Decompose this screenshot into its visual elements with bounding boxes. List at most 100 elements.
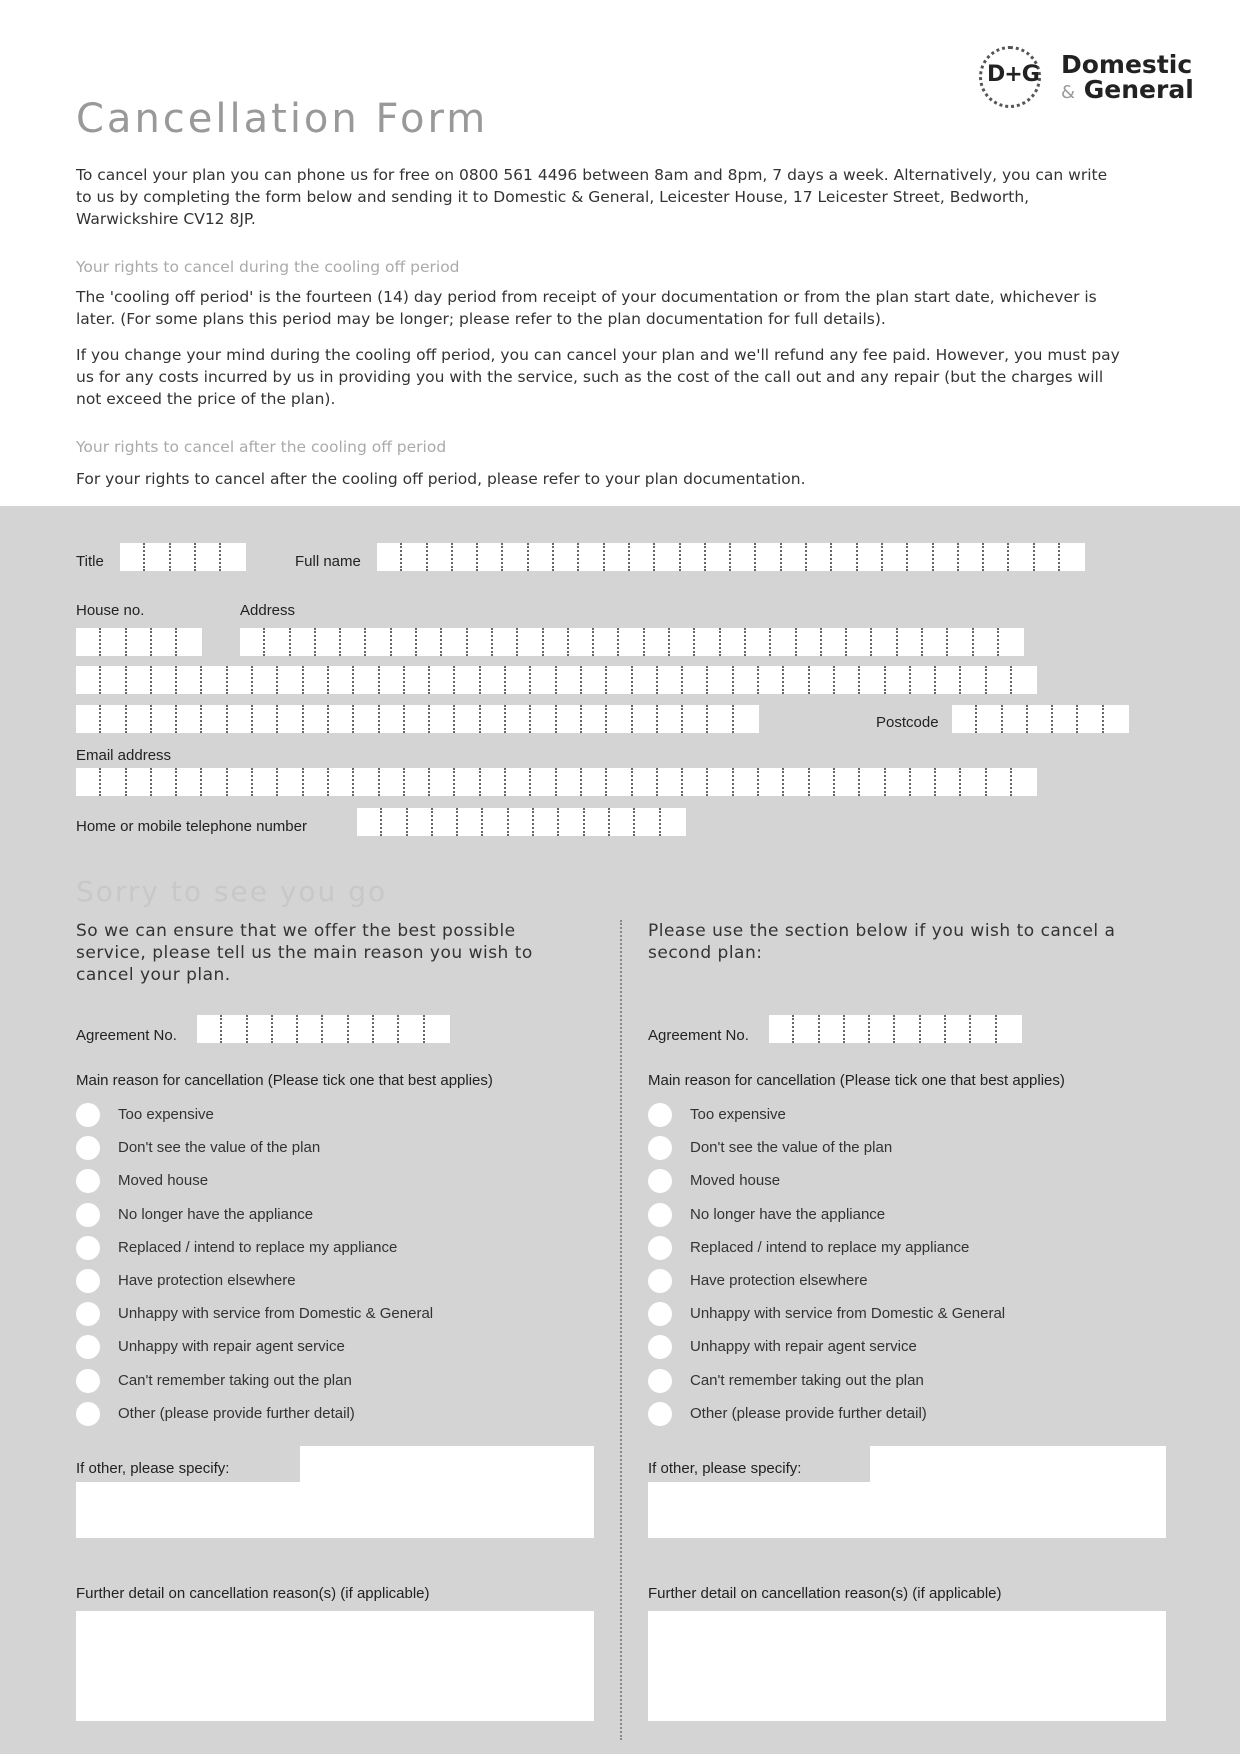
char-box[interactable] (973, 628, 999, 656)
char-box[interactable] (399, 1015, 425, 1043)
char-box[interactable] (708, 705, 734, 733)
char-box[interactable] (556, 666, 582, 694)
char-box[interactable] (1034, 543, 1061, 571)
further-detail-input-right[interactable] (648, 1611, 1166, 1721)
char-box[interactable] (478, 543, 504, 571)
char-box[interactable] (784, 768, 810, 796)
char-box[interactable] (177, 768, 203, 796)
char-box[interactable] (632, 666, 658, 694)
char-box[interactable] (844, 1015, 871, 1043)
char-box[interactable] (328, 705, 355, 733)
char-box[interactable] (923, 628, 949, 656)
char-box[interactable] (660, 808, 686, 836)
char-box[interactable] (781, 543, 808, 571)
char-box[interactable] (936, 768, 962, 796)
radio-button[interactable] (76, 1169, 100, 1194)
char-box[interactable] (303, 768, 329, 796)
char-box[interactable] (222, 1015, 248, 1043)
char-box[interactable] (323, 1015, 349, 1043)
char-box[interactable] (731, 543, 757, 571)
char-box[interactable] (328, 768, 355, 796)
char-box[interactable] (357, 808, 383, 836)
char-box[interactable] (794, 1015, 820, 1043)
char-box[interactable] (407, 808, 433, 836)
char-box[interactable] (458, 808, 484, 836)
char-box[interactable] (1011, 768, 1038, 796)
reason-option-right[interactable]: Moved house (648, 1169, 1168, 1202)
char-box[interactable] (377, 543, 403, 571)
char-box[interactable] (126, 705, 152, 733)
postcode-input[interactable] (952, 705, 1130, 733)
char-box[interactable] (492, 628, 519, 656)
char-box[interactable] (531, 666, 557, 694)
reason-option-left[interactable]: Unhappy with repair agent service (76, 1335, 596, 1368)
radio-button[interactable] (648, 1235, 672, 1260)
char-box[interactable] (202, 705, 228, 733)
char-box[interactable] (609, 808, 636, 836)
char-box[interactable] (1002, 705, 1028, 733)
char-box[interactable] (177, 628, 203, 656)
char-box[interactable] (996, 1015, 1022, 1043)
char-box[interactable] (657, 705, 684, 733)
char-box[interactable] (784, 666, 810, 694)
char-box[interactable] (379, 666, 405, 694)
radio-button[interactable] (76, 1268, 100, 1293)
reason-option-right[interactable]: Too expensive (648, 1103, 1168, 1136)
char-box[interactable] (240, 628, 266, 656)
char-box[interactable] (424, 1015, 450, 1043)
char-box[interactable] (745, 628, 772, 656)
char-box[interactable] (683, 768, 709, 796)
char-box[interactable] (961, 666, 987, 694)
char-box[interactable] (430, 705, 456, 733)
char-box[interactable] (126, 666, 152, 694)
char-box[interactable] (328, 666, 355, 694)
char-box[interactable] (151, 705, 178, 733)
char-box[interactable] (579, 543, 605, 571)
char-box[interactable] (290, 628, 316, 656)
radio-button[interactable] (648, 1335, 672, 1360)
char-box[interactable] (404, 705, 431, 733)
char-box[interactable] (430, 666, 456, 694)
char-box[interactable] (265, 628, 291, 656)
char-box[interactable] (1053, 705, 1079, 733)
char-box[interactable] (986, 666, 1012, 694)
char-box[interactable] (272, 1015, 299, 1043)
char-box[interactable] (303, 705, 329, 733)
char-box[interactable] (607, 666, 633, 694)
agreement-input-right[interactable] (769, 1015, 1022, 1043)
reason-option-left[interactable]: Moved house (76, 1169, 596, 1202)
char-box[interactable] (1027, 705, 1054, 733)
phone-input[interactable] (357, 808, 686, 836)
char-box[interactable] (635, 808, 661, 836)
char-box[interactable] (221, 543, 247, 571)
char-box[interactable] (568, 628, 595, 656)
char-box[interactable] (936, 666, 962, 694)
char-box[interactable] (759, 666, 785, 694)
char-box[interactable] (680, 543, 706, 571)
char-box[interactable] (948, 628, 974, 656)
char-box[interactable] (366, 628, 392, 656)
char-box[interactable] (705, 543, 732, 571)
char-box[interactable] (101, 628, 127, 656)
char-box[interactable] (971, 1015, 997, 1043)
char-box[interactable] (348, 1015, 375, 1043)
char-box[interactable] (417, 628, 443, 656)
agreement-input-left[interactable] (197, 1015, 450, 1043)
char-box[interactable] (253, 666, 279, 694)
char-box[interactable] (910, 768, 937, 796)
char-box[interactable] (695, 628, 721, 656)
title-input[interactable] (120, 543, 247, 571)
char-box[interactable] (227, 705, 254, 733)
char-box[interactable] (821, 628, 848, 656)
char-box[interactable] (581, 666, 608, 694)
char-box[interactable] (543, 628, 569, 656)
char-box[interactable] (531, 705, 557, 733)
char-box[interactable] (126, 768, 152, 796)
reason-option-left[interactable]: Replaced / intend to replace my applianc… (76, 1235, 596, 1269)
char-box[interactable] (809, 666, 835, 694)
char-box[interactable] (670, 628, 696, 656)
char-box[interactable] (303, 666, 329, 694)
char-box[interactable] (644, 628, 671, 656)
char-box[interactable] (559, 808, 585, 836)
char-box[interactable] (202, 768, 228, 796)
